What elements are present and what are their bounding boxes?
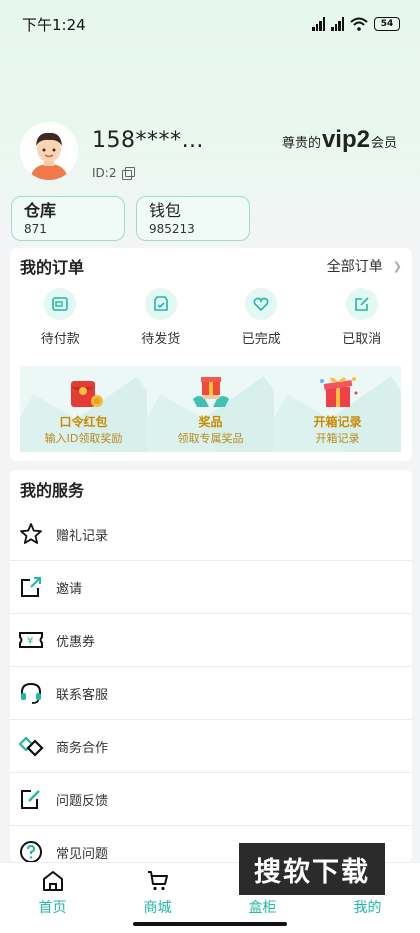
service-business-cooperation[interactable]: 商务合作 <box>10 720 412 773</box>
user-id: ID:2 <box>92 166 136 180</box>
vip-level: vip2 <box>321 126 370 153</box>
all-orders-link[interactable]: 全部订单 ❯ <box>327 256 402 276</box>
wifi-icon <box>350 17 368 31</box>
service-customer-support[interactable]: 联系客服 <box>10 667 412 720</box>
share-icon <box>18 574 44 600</box>
service-invite-label: 邀请 <box>56 581 83 597</box>
order-cancelled[interactable]: 已取消 <box>322 288 402 354</box>
tab-home[interactable]: 首页 <box>13 863 93 933</box>
service-gift-record-label: 赠礼记录 <box>56 528 109 544</box>
warehouse-card[interactable]: 仓库 871 <box>11 196 125 241</box>
promo-prize-subtitle: 领取专属奖品 <box>177 432 244 445</box>
tab-mine-label: 我的 <box>353 900 382 916</box>
copy-icon[interactable] <box>122 167 136 180</box>
question-icon <box>18 839 44 862</box>
services-panel: 我的服务 赠礼记录 邀请 ¥ 优惠券 联系客服 商务合作 问题反馈 常见问题 <box>10 470 412 862</box>
cart-icon <box>147 871 168 891</box>
promo-red-envelope-title: 口令红包 <box>59 415 108 429</box>
avatar-illustration <box>20 122 78 180</box>
edit-icon <box>345 288 378 320</box>
vip-prefix: 尊贵的 <box>281 136 321 151</box>
orders-header: 我的订单 全部订单 ❯ <box>10 248 412 284</box>
home-indicator[interactable] <box>133 922 287 926</box>
coupon-icon: ¥ <box>18 627 44 653</box>
gift-hands-icon <box>192 377 229 407</box>
promo-unbox-record-title: 开箱记录 <box>313 415 362 429</box>
wallet-value: 985213 <box>149 222 195 236</box>
order-cancelled-label: 已取消 <box>342 332 382 347</box>
service-gift-record[interactable]: 赠礼记录 <box>10 508 412 561</box>
promo-prize-title: 奖品 <box>198 415 223 429</box>
chevron-right-icon: ❯ <box>392 259 402 273</box>
warehouse-value: 871 <box>24 222 47 236</box>
tab-box-cabinet-label: 盒柜 <box>248 900 277 916</box>
avatar[interactable] <box>20 122 78 180</box>
promo-unbox-record[interactable]: 开箱记录 开箱记录 <box>274 366 401 452</box>
star-icon <box>18 521 44 547</box>
wallet-icon <box>44 288 77 320</box>
service-invite[interactable]: 邀请 <box>10 561 412 614</box>
service-coupon[interactable]: ¥ 优惠券 <box>10 614 412 667</box>
asset-cards: 仓库 871 钱包 985213 <box>11 196 250 241</box>
vip-suffix: 会员 <box>370 136 397 151</box>
promo-unbox-record-subtitle: 开箱记录 <box>315 432 360 445</box>
warehouse-title: 仓库 <box>24 201 57 220</box>
order-pending-payment-label: 待付款 <box>40 332 80 347</box>
user-id-text: ID:2 <box>92 166 117 180</box>
signal-icon-2 <box>331 17 344 31</box>
order-completed[interactable]: 已完成 <box>221 288 301 354</box>
status-bar: 下午1:24 54 <box>0 0 420 48</box>
services-header: 我的服务 <box>10 470 412 508</box>
services-title: 我的服务 <box>20 481 85 500</box>
order-status-row: 待付款 待发货 已完成 已取消 <box>10 284 412 354</box>
battery-icon: 54 <box>374 17 400 31</box>
order-pending-payment[interactable]: 待付款 <box>20 288 100 354</box>
order-pending-shipment[interactable]: 待发货 <box>121 288 201 354</box>
user-phone: 158****… <box>92 128 204 153</box>
orders-title: 我的订单 <box>20 258 85 277</box>
package-icon <box>144 288 177 320</box>
status-time: 下午1:24 <box>22 15 86 34</box>
promo-red-envelope-subtitle: 输入ID领取奖励 <box>44 432 123 445</box>
wallet-card[interactable]: 钱包 985213 <box>136 196 250 241</box>
promo-row: 口令红包 输入ID领取奖励 奖品 领取专属奖品 开箱记录 开箱记录 <box>20 366 401 452</box>
service-feedback[interactable]: 问题反馈 <box>10 773 412 826</box>
service-feedback-label: 问题反馈 <box>56 793 109 809</box>
vip-badge: 尊贵的 vip2 会员 <box>282 126 397 154</box>
status-icons: 54 <box>312 17 400 31</box>
order-pending-shipment-label: 待发货 <box>141 332 181 347</box>
profile-section: 158****… ID:2 尊贵的 vip2 会员 <box>20 122 410 184</box>
service-coupon-label: 优惠券 <box>56 634 96 650</box>
tab-home-label: 首页 <box>38 900 67 916</box>
order-completed-label: 已完成 <box>241 332 281 347</box>
service-business-cooperation-label: 商务合作 <box>56 740 109 756</box>
service-customer-support-label: 联系客服 <box>56 687 109 703</box>
svg-text:¥: ¥ <box>27 636 33 647</box>
promo-red-envelope[interactable]: 口令红包 输入ID领取奖励 <box>20 366 147 452</box>
orders-panel: 我的订单 全部订单 ❯ 待付款 待发货 已完成 已取消 口令红包 输入ID领取奖… <box>10 248 412 461</box>
tab-mall-label: 商城 <box>143 900 172 916</box>
feedback-icon <box>18 786 44 812</box>
headset-icon <box>18 680 44 706</box>
handshake-icon <box>18 733 44 759</box>
service-faq-label: 常见问题 <box>56 846 109 862</box>
wallet-title: 钱包 <box>149 201 182 220</box>
promo-prize[interactable]: 奖品 领取专属奖品 <box>147 366 274 452</box>
heart-icon <box>245 288 278 320</box>
red-envelope-icon <box>70 381 103 407</box>
signal-icon <box>312 17 325 31</box>
watermark: 搜软下载 <box>239 843 385 895</box>
gift-box-icon <box>319 377 357 407</box>
all-orders-label: 全部订单 <box>326 259 383 275</box>
home-icon <box>42 871 63 891</box>
